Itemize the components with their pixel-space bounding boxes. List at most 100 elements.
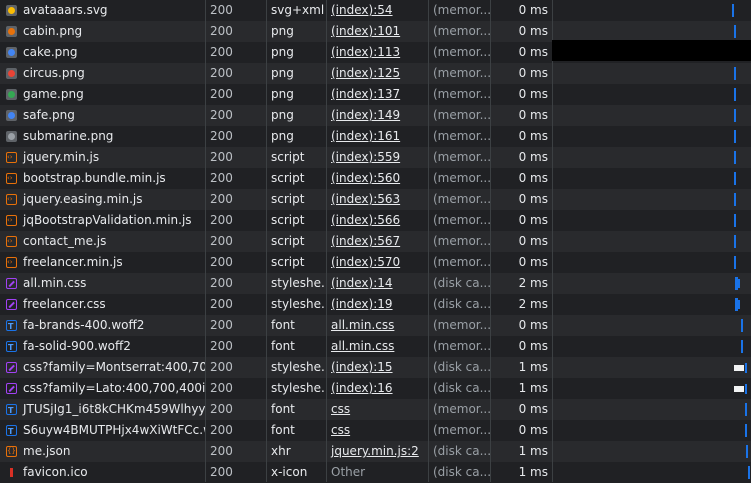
initiator-link[interactable]: css (331, 423, 350, 437)
initiator-cell: css (326, 399, 428, 420)
request-name-cell[interactable]: cake.png (0, 42, 205, 63)
waterfall-bar (734, 67, 736, 80)
request-name-cell[interactable]: game.png (0, 84, 205, 105)
request-name-cell[interactable]: JTUSjIg1_i6t8kCHKm459WlhyyT... (0, 399, 205, 420)
time-cell: 0 ms (518, 24, 548, 38)
initiator-link[interactable]: (index):14 (331, 276, 393, 290)
size-cell: (memor... (433, 108, 490, 122)
request-row[interactable]: circus.png 200 png (index):125 (memor... 0 ms (0, 63, 751, 84)
initiator-cell: (index):567 (326, 231, 428, 252)
time-cell: 0 ms (518, 255, 548, 269)
initiator-link[interactable]: jquery.min.js:2 (331, 444, 419, 458)
initiator-link[interactable]: (index):101 (331, 24, 400, 38)
initiator-link[interactable]: (index):15 (331, 360, 393, 374)
time-cell: 1 ms (518, 465, 548, 479)
request-name-cell[interactable]: jquery.easing.min.js (0, 189, 205, 210)
request-row[interactable]: jquery.easing.min.js 200 script (index):563… (0, 189, 751, 210)
initiator-link[interactable]: (index):149 (331, 108, 400, 122)
initiator-link[interactable]: (index):54 (331, 3, 393, 17)
request-row[interactable]: css?family=Lato:400,700,400ital... 200 sty… (0, 378, 751, 399)
initiator-link[interactable]: (index):16 (331, 381, 393, 395)
image-icon (6, 89, 17, 100)
request-row[interactable]: fa-brands-400.woff2 200 font all.min.css (me… (0, 315, 751, 336)
initiator-link[interactable]: (index):19 (331, 297, 393, 311)
request-name-cell[interactable]: all.min.css (0, 273, 205, 294)
request-row[interactable]: css?family=Montserrat:400,700 200 styleshe… (0, 357, 751, 378)
column-divider[interactable] (490, 0, 491, 482)
initiator-link[interactable]: (index):137 (331, 87, 400, 101)
waterfall-cell (552, 189, 751, 210)
request-row[interactable]: JTUSjIg1_i6t8kCHKm459WlhyyT... 200 font css… (0, 399, 751, 420)
request-row[interactable]: bootstrap.bundle.min.js 200 script (index):… (0, 168, 751, 189)
request-row[interactable]: avataaars.svg 200 svg+xml (index):54 (memor.… (0, 0, 751, 21)
request-name-cell[interactable]: contact_me.js (0, 231, 205, 252)
request-name: all.min.css (23, 276, 87, 290)
initiator-link[interactable]: (index):563 (331, 192, 400, 206)
waterfall-bar (734, 172, 736, 185)
request-name-cell[interactable]: submarine.png (0, 126, 205, 147)
initiator-link[interactable]: (index):570 (331, 255, 400, 269)
waterfall-cell (552, 336, 751, 357)
request-name-cell[interactable]: S6uyw4BMUTPHjx4wXiWtFCc.w... (0, 420, 205, 441)
request-row[interactable]: cabin.png 200 png (index):101 (memor... 0 ms (0, 21, 751, 42)
request-name-cell[interactable]: freelancer.min.js (0, 252, 205, 273)
type-cell: png (271, 45, 294, 59)
waterfall-bar (734, 151, 736, 164)
waterfall-cell (552, 147, 751, 168)
request-name-cell[interactable]: me.json (0, 441, 205, 462)
column-divider[interactable] (552, 0, 553, 482)
waterfall-cell (552, 399, 751, 420)
request-row[interactable]: freelancer.css 200 styleshe... (index):19 (d… (0, 294, 751, 315)
request-name-cell[interactable]: circus.png (0, 63, 205, 84)
initiator-link[interactable]: (index):125 (331, 66, 400, 80)
request-row[interactable]: submarine.png 200 png (index):161 (memor... 0… (0, 126, 751, 147)
request-name-cell[interactable]: cabin.png (0, 21, 205, 42)
waterfall-cell (552, 441, 751, 462)
initiator-link[interactable]: (index):560 (331, 171, 400, 185)
initiator-link[interactable]: (index):567 (331, 234, 400, 248)
initiator-link[interactable]: (index):161 (331, 129, 400, 143)
column-divider[interactable] (326, 0, 327, 482)
waterfall-bar (745, 403, 747, 416)
request-name-cell[interactable]: bootstrap.bundle.min.js (0, 168, 205, 189)
initiator-cell: (index):14 (326, 273, 428, 294)
initiator-link[interactable]: (index):113 (331, 45, 400, 59)
initiator-link[interactable]: (index):566 (331, 213, 400, 227)
column-divider[interactable] (266, 0, 267, 482)
initiator-link[interactable]: all.min.css (331, 339, 394, 353)
waterfall-bar (734, 88, 736, 101)
request-name-cell[interactable]: css?family=Montserrat:400,700 (0, 357, 205, 378)
initiator-cell: (index):566 (326, 210, 428, 231)
request-name: avataaars.svg (23, 3, 108, 17)
request-row[interactable]: favicon.ico 200 x-icon Other (disk ca... 1 ms (0, 462, 751, 483)
waterfall-bar (741, 319, 743, 332)
request-row[interactable]: game.png 200 png (index):137 (memor... 0 ms (0, 84, 751, 105)
request-name-cell[interactable]: favicon.ico (0, 462, 205, 483)
request-name-cell[interactable]: fa-brands-400.woff2 (0, 315, 205, 336)
request-row[interactable]: safe.png 200 png (index):149 (memor... 0 ms (0, 105, 751, 126)
request-row[interactable]: jqBootstrapValidation.min.js 200 script (in… (0, 210, 751, 231)
request-name-cell[interactable]: avataaars.svg (0, 0, 205, 21)
request-name: jqBootstrapValidation.min.js (23, 213, 192, 227)
request-row[interactable]: me.json 200 xhr jquery.min.js:2 (disk ca... 1… (0, 441, 751, 462)
request-name-cell[interactable]: freelancer.css (0, 294, 205, 315)
initiator-link[interactable]: css (331, 402, 350, 416)
request-name-cell[interactable]: jqBootstrapValidation.min.js (0, 210, 205, 231)
request-row[interactable]: fa-solid-900.woff2 200 font all.min.css (mem… (0, 336, 751, 357)
request-name-cell[interactable]: fa-solid-900.woff2 (0, 336, 205, 357)
column-divider[interactable] (205, 0, 206, 482)
time-cell: 1 ms (518, 360, 548, 374)
request-name-cell[interactable]: jquery.min.js (0, 147, 205, 168)
request-row[interactable]: contact_me.js 200 script (index):567 (memor.… (0, 231, 751, 252)
column-divider[interactable] (428, 0, 429, 482)
initiator-link[interactable]: all.min.css (331, 318, 394, 332)
request-name-cell[interactable]: safe.png (0, 105, 205, 126)
request-row[interactable]: jquery.min.js 200 script (index):559 (memor.… (0, 147, 751, 168)
initiator-link[interactable]: (index):559 (331, 150, 400, 164)
request-row[interactable]: S6uyw4BMUTPHjx4wXiWtFCc.w... 200 font css (m… (0, 420, 751, 441)
waterfall-bar (748, 466, 750, 479)
request-row[interactable]: freelancer.min.js 200 script (index):570 (me… (0, 252, 751, 273)
request-name-cell[interactable]: css?family=Lato:400,700,400ital... (0, 378, 205, 399)
type-cell: styleshe... (271, 360, 326, 374)
request-row[interactable]: all.min.css 200 styleshe... (index):14 (disk… (0, 273, 751, 294)
